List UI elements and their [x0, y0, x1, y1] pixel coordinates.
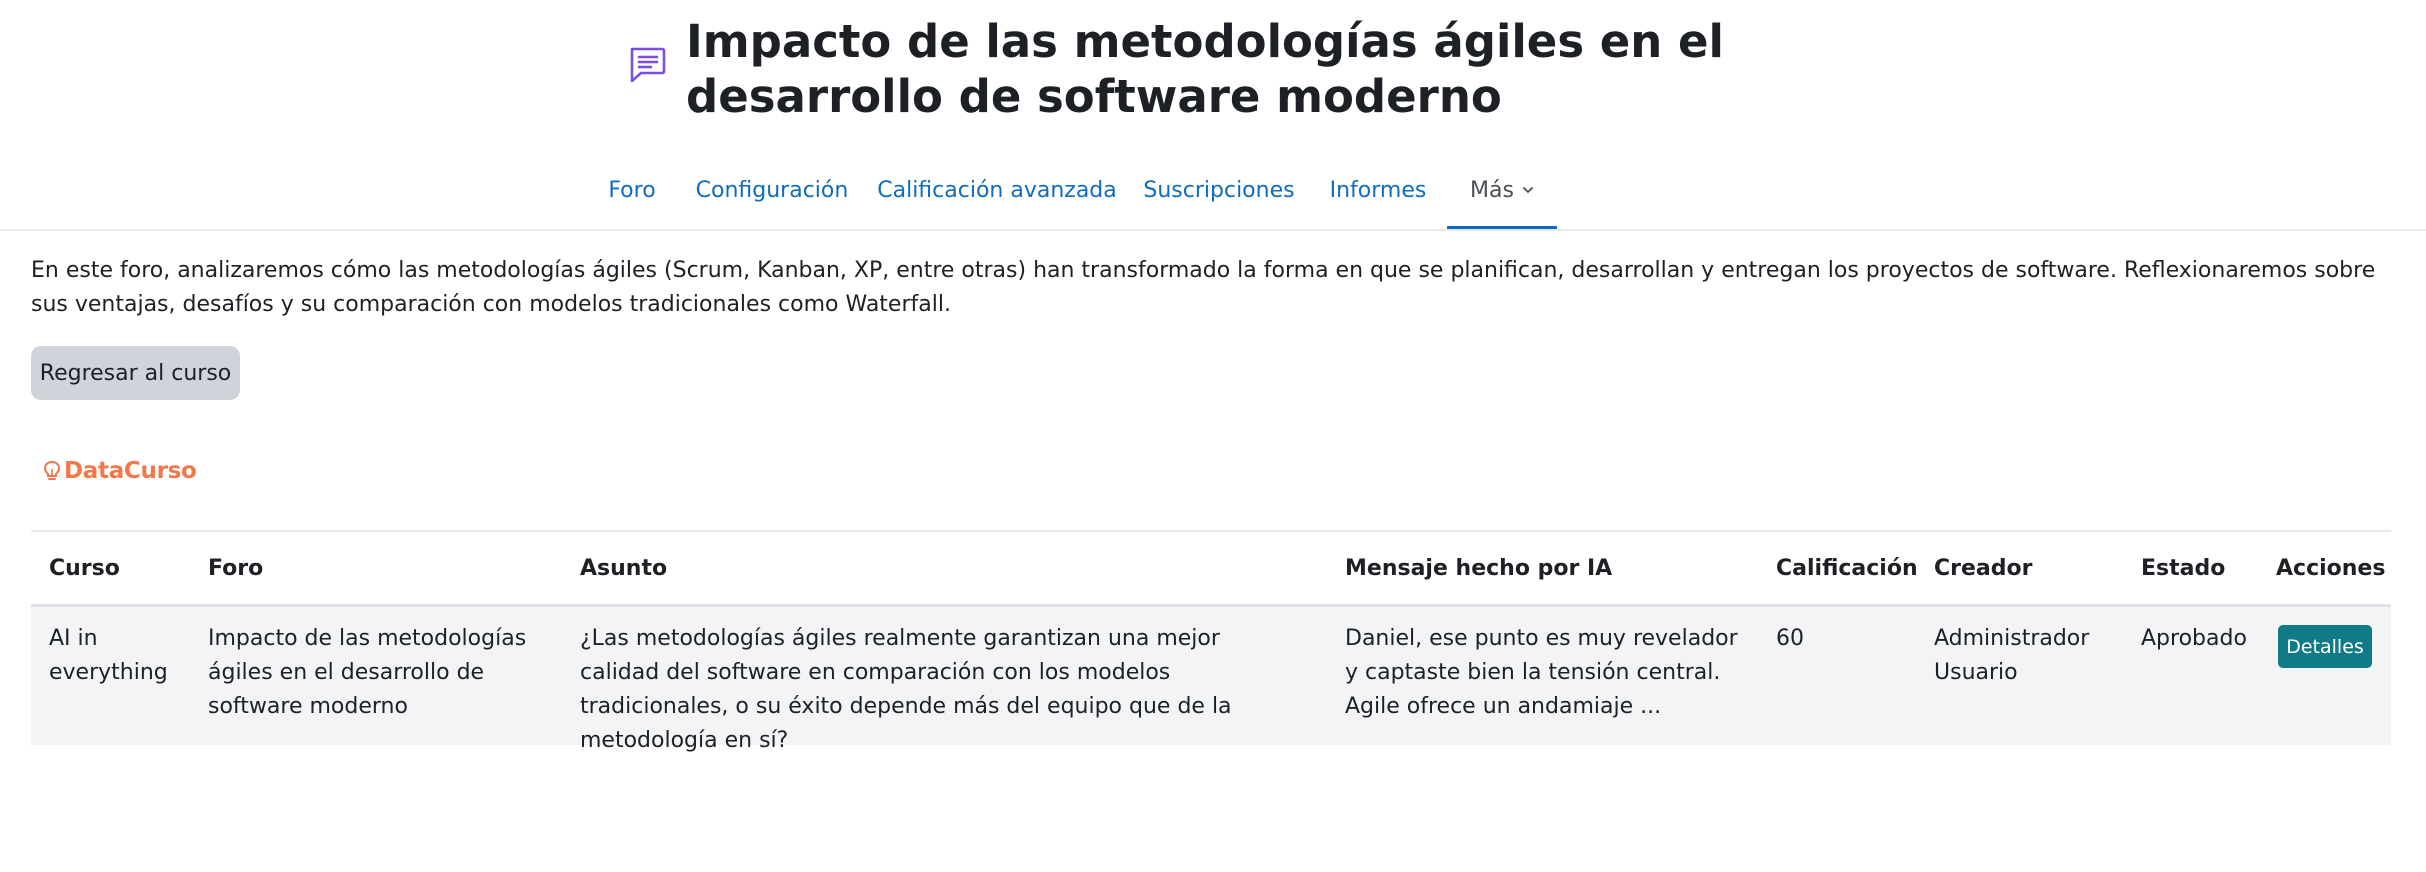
tab-foro[interactable]: Foro [596, 150, 668, 230]
table-row: AI in everything Impacto de las metodolo… [31, 607, 2391, 753]
tab-suscripciones[interactable]: Suscripciones [1142, 150, 1296, 230]
tab-informes[interactable]: Informes [1320, 150, 1436, 230]
cell-asunto: ¿Las metodologías ágiles realmente garan… [580, 626, 1232, 753]
details-button[interactable]: Detalles [2278, 625, 2372, 668]
page-title: Impacto de las metodologías ágiles en el… [686, 15, 1724, 123]
secondary-navigation: Foro Configuración Calificación avanzada… [0, 150, 2426, 230]
brand-logo: DataCurso [42, 456, 197, 486]
tab-mas-label: Más [1470, 177, 1514, 203]
header-divider [0, 229, 2426, 231]
cell-foro: Impacto de las metodologías ágiles en el… [208, 626, 527, 719]
page-header: Impacto de las metodologías ágiles en el… [0, 0, 2426, 230]
column-header-curso: Curso [49, 555, 120, 581]
table-header: Curso Foro Asunto Mensaje hecho por IA C… [31, 530, 2391, 607]
column-header-foro: Foro [208, 555, 264, 581]
column-header-mensaje: Mensaje hecho por IA [1345, 555, 1613, 581]
cell-calificacion: 60 [1776, 626, 1804, 651]
tab-calificacion-avanzada[interactable]: Calificación avanzada [876, 150, 1118, 230]
tab-mas[interactable]: Más [1447, 150, 1557, 230]
back-to-course-button[interactable]: Regresar al curso [31, 346, 240, 400]
column-header-calificacion: Calificación [1776, 555, 1918, 581]
ai-messages-table: Curso Foro Asunto Mensaje hecho por IA C… [31, 530, 2391, 753]
brand-name: DataCurso [64, 458, 197, 484]
column-header-creador: Creador [1934, 555, 2033, 581]
chevron-down-icon [1523, 187, 1533, 193]
cell-curso: AI in everything [49, 626, 168, 685]
tab-configuracion[interactable]: Configuración [692, 150, 852, 230]
column-header-acciones: Acciones [2276, 555, 2386, 581]
column-header-estado: Estado [2141, 555, 2226, 581]
cell-creador: Administrador Usuario [1934, 626, 2090, 685]
forum-chat-icon [630, 47, 666, 83]
column-header-asunto: Asunto [580, 555, 668, 581]
cell-estado: Aprobado [2141, 626, 2247, 651]
forum-intro: En este foro, analizaremos cómo las meto… [31, 258, 2376, 317]
lightbulb-icon [43, 460, 61, 480]
cell-mensaje: Daniel, ese punto es muy revelador y cap… [1345, 626, 1738, 719]
